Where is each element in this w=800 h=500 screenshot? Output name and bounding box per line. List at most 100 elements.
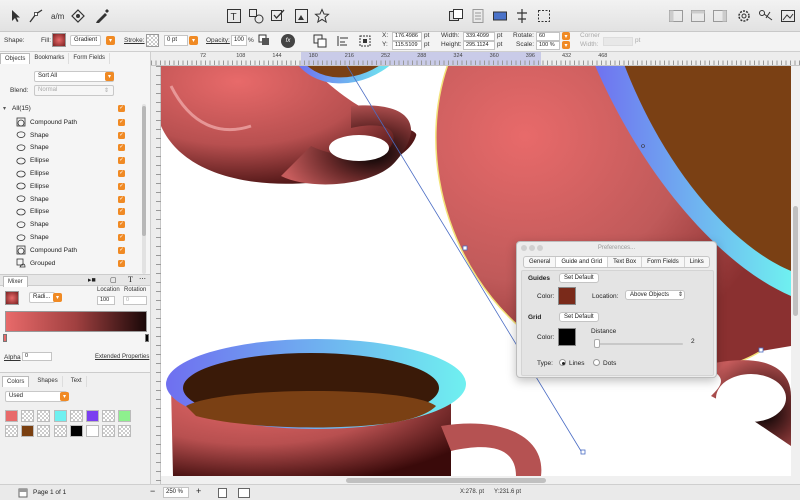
group-icon[interactable] (313, 34, 327, 48)
tab-colors[interactable]: Colors (2, 376, 30, 387)
pref-tab-general[interactable]: General (524, 257, 557, 267)
layer-row[interactable]: Compound Path ✓ (0, 116, 148, 129)
selection-handle-right[interactable] (758, 347, 764, 353)
stroke-width-field[interactable]: 0 pt (164, 35, 188, 46)
location-chevron-icon[interactable]: ⇕ (678, 291, 683, 298)
images-icon[interactable] (778, 6, 798, 26)
layer-row[interactable]: Shape ✓ (0, 231, 148, 244)
width-field[interactable]: 339.4099 (463, 32, 495, 41)
used-chevron-icon[interactable]: ▾ (60, 392, 69, 401)
fill-mode-icon[interactable]: ▸■ (88, 276, 96, 284)
text-mode-icon[interactable]: T (128, 275, 133, 284)
distance-slider-thumb[interactable] (594, 339, 600, 348)
layer-visible-check[interactable]: ✓ (118, 118, 125, 126)
guides-set-default-button[interactable]: Set Default (559, 273, 599, 283)
top-left-cup[interactable] (161, 66, 417, 185)
selection-icon[interactable] (534, 6, 554, 26)
horizontal-scroll-thumb[interactable] (346, 478, 546, 483)
guide-location-popup[interactable]: Above Objects (625, 290, 685, 300)
text-flow-icon[interactable]: a/m (48, 6, 68, 26)
layer-visible-check[interactable]: ✓ (118, 144, 125, 152)
fit-page-icon[interactable] (218, 488, 227, 498)
layer-row[interactable]: Shape ✓ (0, 193, 148, 206)
layer-row[interactable]: Grouped ✓ (0, 257, 148, 270)
more-icon[interactable]: ⋯ (139, 275, 146, 283)
selection-handle-bottom[interactable] (580, 449, 586, 455)
checkbox-icon[interactable] (268, 6, 288, 26)
panel-top-icon[interactable] (688, 6, 708, 26)
type-lines-radio[interactable] (559, 359, 566, 366)
vertical-scroll-thumb[interactable] (793, 206, 798, 316)
color-swatch[interactable] (102, 425, 116, 437)
opacity-field[interactable]: 100 (231, 35, 247, 46)
layer-visible-check[interactable]: ✓ (118, 246, 125, 254)
tab-mixer[interactable]: Mixer (3, 276, 28, 287)
align-icon[interactable] (468, 6, 488, 26)
tab-bookmarks[interactable]: Bookmarks (30, 53, 70, 64)
shapes-icon[interactable] (246, 6, 266, 26)
scale-chevron-icon[interactable]: ▾ (562, 41, 570, 49)
used-popup[interactable]: Used (5, 391, 67, 402)
sort-chevron-icon[interactable]: ▾ (105, 72, 114, 81)
pointer-icon[interactable] (6, 6, 26, 26)
layer-scroll-thumb[interactable] (142, 106, 146, 236)
layer-visible-check[interactable]: ✓ (118, 195, 125, 203)
layer-visible-check[interactable]: ✓ (118, 182, 125, 190)
fit-width-icon[interactable] (238, 488, 250, 498)
color-swatch[interactable] (102, 410, 116, 422)
panel-left-icon[interactable] (666, 6, 686, 26)
layer-visible-check[interactable]: ✓ (118, 221, 125, 229)
color-swatch[interactable] (5, 410, 18, 422)
layer-visible-check[interactable]: ✓ (118, 234, 125, 242)
bottom-cup[interactable] (166, 339, 542, 476)
fill-color-well[interactable] (52, 33, 66, 47)
corner-width-field[interactable] (603, 37, 633, 46)
gradient-stop-start[interactable] (3, 334, 7, 342)
pref-tab-form-fields[interactable]: Form Fields (642, 257, 685, 267)
stroke-icon[interactable] (68, 6, 88, 26)
x-field[interactable]: 176.4986 (392, 32, 422, 41)
zoom-out-button[interactable]: − (150, 486, 155, 496)
scale-field[interactable]: 100 % (536, 41, 560, 50)
gradient-type-popup[interactable]: Radi... (29, 292, 55, 303)
selection-handle-left[interactable] (462, 245, 468, 251)
zoom-field[interactable]: 250 % (163, 487, 189, 498)
color-swatch[interactable] (53, 425, 67, 437)
layer-visible-check[interactable]: ✓ (118, 131, 125, 139)
layer-visible-check[interactable]: ✓ (118, 170, 125, 178)
horizontal-scrollbar[interactable] (161, 476, 791, 484)
color-swatch[interactable] (118, 410, 132, 422)
gradient-preview[interactable] (5, 291, 19, 305)
grid-set-default-button[interactable]: Set Default (559, 312, 599, 322)
extended-properties-link[interactable]: Extended Properties (95, 354, 149, 360)
shadow-icon[interactable] (258, 34, 270, 46)
rotation-field[interactable]: 0 (123, 296, 147, 305)
panel-right-icon[interactable] (710, 6, 730, 26)
image-icon[interactable] (292, 6, 312, 26)
y-field[interactable]: 115.5109 (392, 41, 422, 50)
layer-row[interactable]: Shape ✓ (0, 218, 148, 231)
height-field[interactable]: 295.1124 (463, 41, 495, 50)
pref-tab-links[interactable]: Links (685, 257, 709, 267)
expand-chevron-icon[interactable]: ▾ (3, 105, 6, 112)
guide-color-well[interactable] (558, 287, 576, 305)
color-swatch[interactable] (86, 410, 99, 422)
library-icon[interactable] (756, 6, 776, 26)
layer-row[interactable]: Shape ✓ (0, 142, 148, 155)
pen-icon[interactable] (92, 6, 112, 26)
rotate-chevron-icon[interactable]: ▾ (562, 32, 570, 40)
layer-row[interactable]: Compound Path ✓ (0, 244, 148, 257)
tab-form-fields[interactable]: Form Fields (69, 53, 111, 64)
zoom-in-button[interactable]: + (196, 486, 201, 496)
tab-text[interactable]: Text (67, 376, 87, 387)
color-swatch[interactable] (37, 410, 51, 422)
blend-popup[interactable]: Normal (34, 85, 114, 96)
layer-scrollbar[interactable] (142, 104, 146, 274)
arrange-icon[interactable] (446, 6, 466, 26)
sort-popup[interactable]: Sort All (34, 71, 114, 82)
gradient-type-chevron-icon[interactable]: ▾ (53, 293, 62, 302)
stroke-mode-icon[interactable]: ▢ (110, 276, 117, 284)
align-objects-icon[interactable] (336, 34, 350, 48)
color-swatch[interactable] (21, 410, 35, 422)
alpha-field[interactable]: 0 (22, 352, 52, 361)
